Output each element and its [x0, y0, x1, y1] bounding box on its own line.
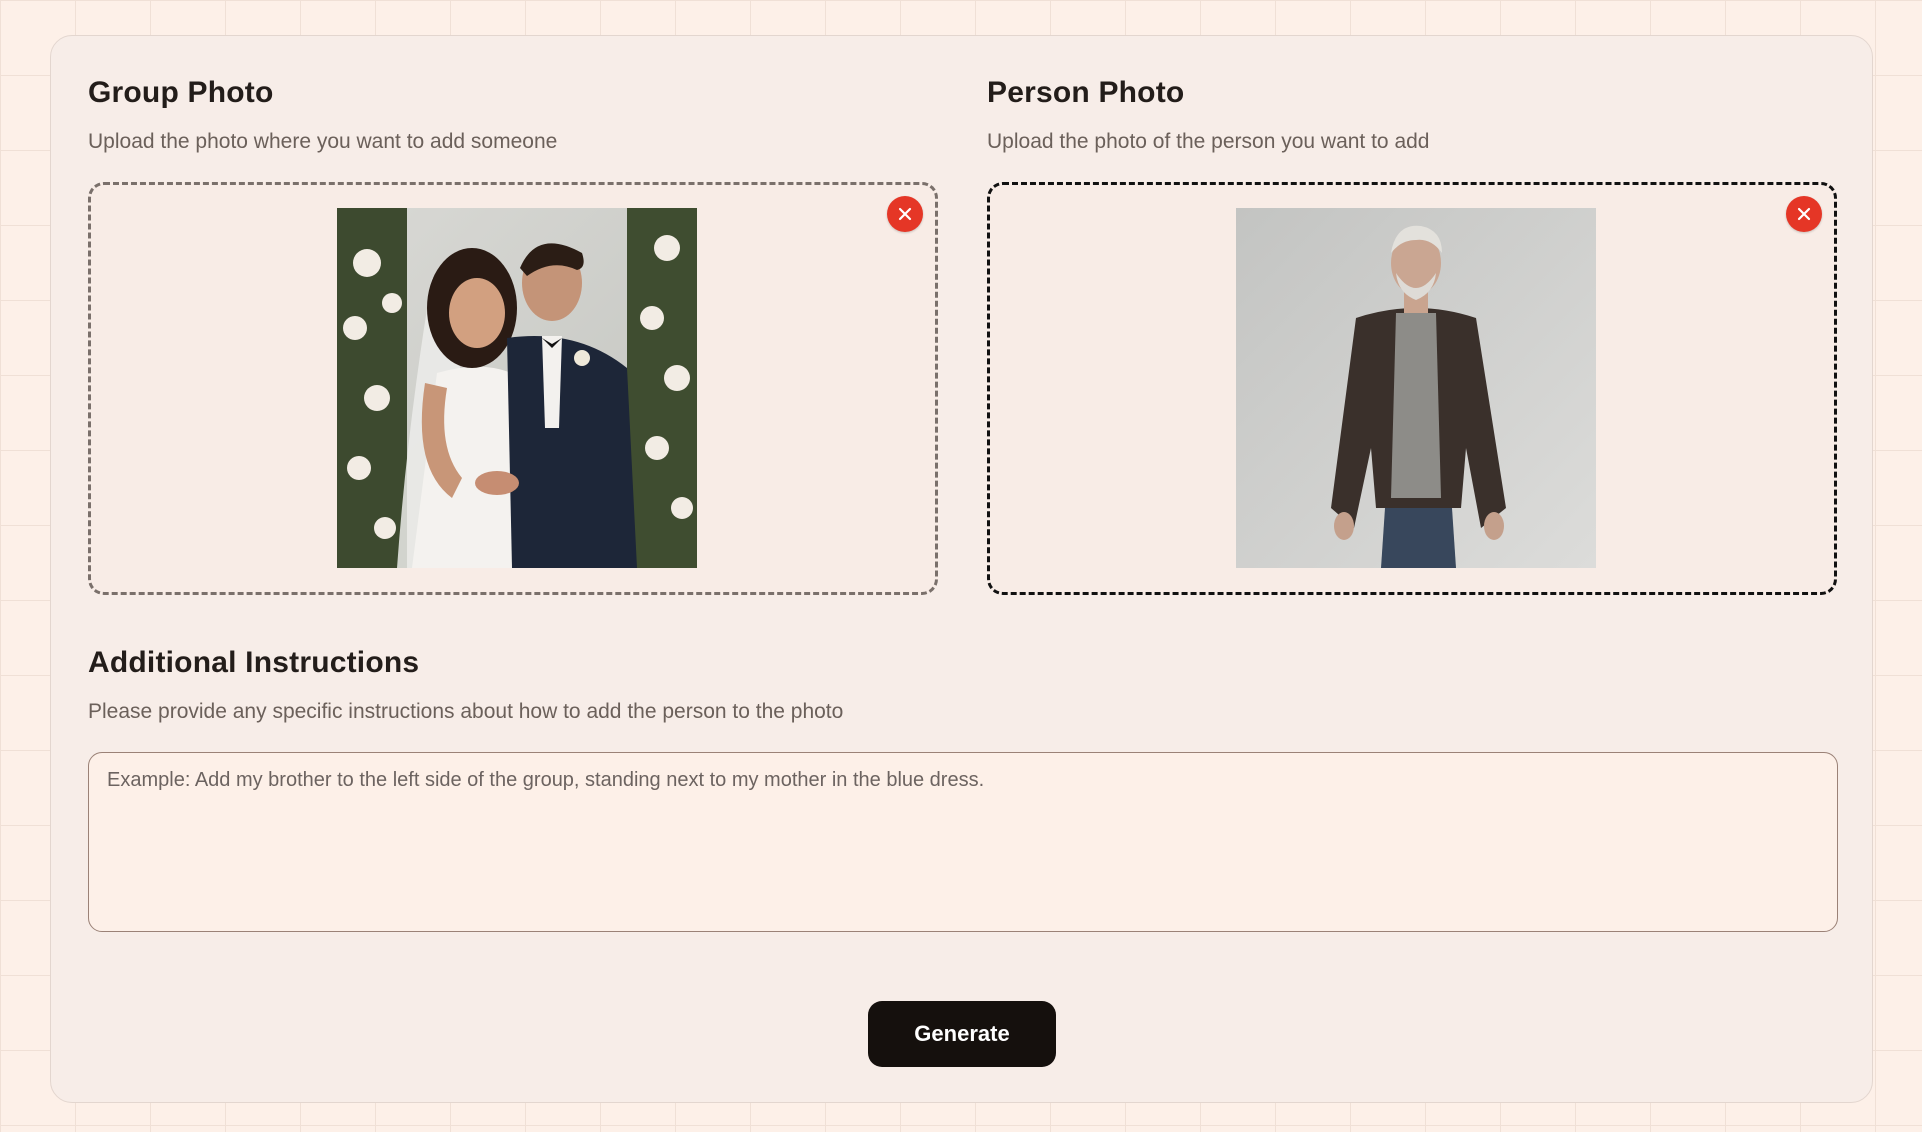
instructions-subtitle: Please provide any specific instructions…: [88, 700, 844, 723]
group-photo-title: Group Photo: [88, 76, 274, 109]
person-photo-subtitle: Upload the photo of the person you want …: [987, 130, 1430, 153]
instructions-textarea[interactable]: [88, 752, 1838, 932]
instructions-title: Additional Instructions: [88, 646, 420, 679]
group-photo-subtitle: Upload the photo where you want to add s…: [88, 130, 558, 153]
person-photo-dropzone[interactable]: [987, 182, 1837, 595]
instructions-section: Additional Instructions Please provide a…: [88, 646, 1838, 932]
person-photo-title: Person Photo: [987, 76, 1185, 109]
wedding-photo-image: [337, 208, 697, 568]
group-photo-preview: [337, 208, 697, 568]
upload-card: Group Photo Upload the photo where you w…: [50, 35, 1873, 1103]
generate-button[interactable]: Generate: [868, 1001, 1056, 1067]
remove-group-photo-button[interactable]: [887, 196, 923, 232]
remove-person-photo-button[interactable]: [1786, 196, 1822, 232]
group-photo-section: Group Photo Upload the photo where you w…: [88, 76, 938, 595]
person-photo-section: Person Photo Upload the photo of the per…: [987, 76, 1837, 595]
close-icon: [1797, 207, 1811, 221]
group-photo-dropzone[interactable]: [88, 182, 938, 595]
close-icon: [898, 207, 912, 221]
person-photo-image: [1236, 208, 1596, 568]
person-photo-preview: [1236, 208, 1596, 568]
